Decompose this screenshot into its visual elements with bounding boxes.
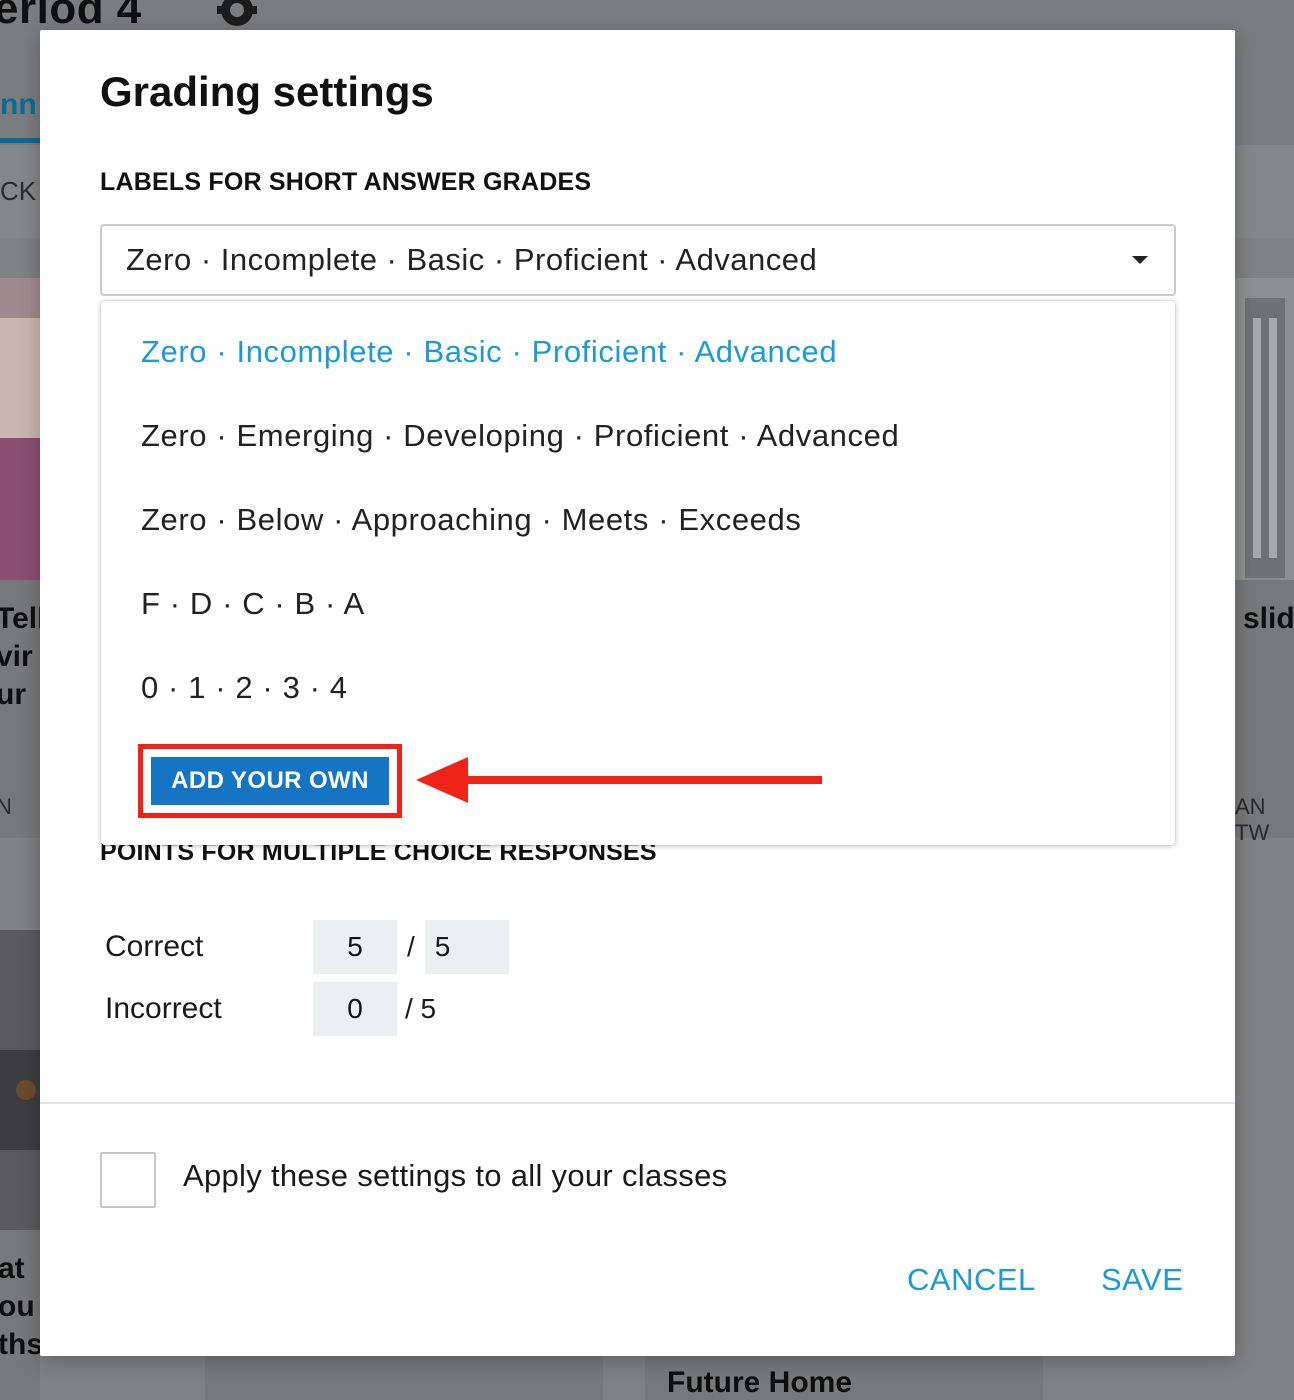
background-tab: nn (0, 88, 37, 121)
background-page-title: eriod 4 (0, 0, 142, 33)
gear-icon (217, 0, 257, 26)
highlight-box: ADD YOUR OWN (138, 744, 402, 818)
background-card-image (1235, 278, 1294, 580)
dropdown-option[interactable]: 0 · 1 · 2 · 3 · 4 (141, 670, 348, 706)
background-card-image (0, 930, 40, 1230)
labels-section-title: LABELS FOR SHORT ANSWER GRADES (100, 168, 592, 196)
caret-down-icon (1132, 256, 1148, 264)
background-card-title: slid (1243, 602, 1294, 635)
background-card-title: Future Home (667, 1366, 853, 1399)
background-back-link: CK (0, 176, 37, 206)
dropdown-option[interactable]: Zero · Below · Approaching · Meets · Exc… (141, 502, 801, 538)
dropdown-option[interactable]: Zero · Emerging · Developing · Proficien… (141, 418, 899, 454)
grade-labels-select[interactable]: Zero · Incomplete · Basic · Proficient ·… (100, 224, 1176, 296)
points-separator: / (407, 931, 415, 962)
grade-labels-selected-value: Zero · Incomplete · Basic · Proficient ·… (126, 242, 818, 277)
incorrect-max-value: / 5 (405, 993, 437, 1024)
correct-points-row: Correct / 5 (105, 920, 509, 974)
save-button[interactable]: SAVE (1101, 1262, 1183, 1298)
background-card-image (0, 278, 40, 580)
apply-all-classes-label: Apply these settings to all your classes (183, 1158, 728, 1193)
background-tab-underline (0, 138, 40, 143)
background-card-title: Tell vir ur (0, 602, 46, 711)
correct-label: Correct (105, 930, 204, 963)
background-card-meta: N (0, 794, 12, 819)
add-your-own-button[interactable]: ADD YOUR OWN (151, 757, 389, 805)
apply-all-classes-checkbox[interactable] (100, 1152, 156, 1208)
correct-max-value: 5 (424, 920, 509, 974)
incorrect-label: Incorrect (105, 992, 222, 1025)
arrow-left-icon (416, 757, 822, 803)
incorrect-points-input[interactable] (313, 982, 397, 1036)
correct-points-input[interactable] (313, 920, 397, 974)
dialog-title: Grading settings (100, 68, 434, 115)
background-card-title: at ou ths (0, 1252, 43, 1361)
background-card (205, 1356, 603, 1400)
cancel-button[interactable]: CANCEL (907, 1262, 1036, 1298)
incorrect-points-row: Incorrect / 5 (105, 982, 436, 1036)
dropdown-option[interactable]: Zero · Incomplete · Basic · Proficient ·… (141, 334, 837, 370)
background-card-meta: AN TW (1235, 794, 1270, 845)
footer-divider (40, 1102, 1235, 1104)
dropdown-option[interactable]: F · D · C · B · A (141, 586, 365, 622)
